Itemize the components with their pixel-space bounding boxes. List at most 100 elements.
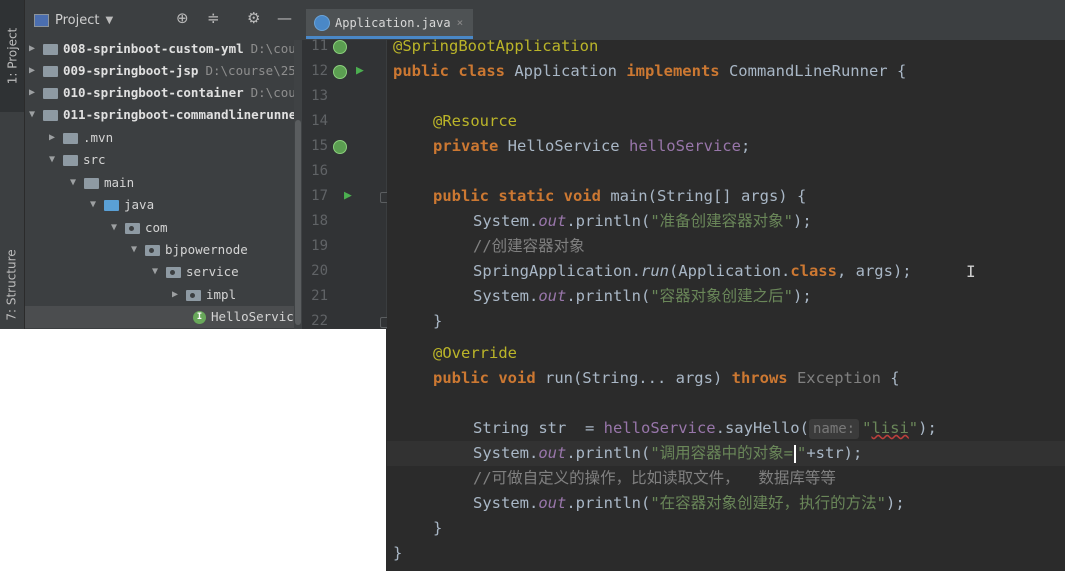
- collapse-icon[interactable]: ≑: [207, 11, 220, 26]
- tree-item-label: src: [83, 152, 106, 167]
- spring-bean-icon[interactable]: [333, 140, 347, 154]
- method-signature: main(String[] args) {: [610, 187, 807, 205]
- tree-item-label: .mvn: [83, 130, 114, 145]
- chevron-down-icon[interactable]: ▼: [25, 104, 39, 126]
- chevron-down-icon[interactable]: ▼: [127, 239, 141, 261]
- punctuation: );: [793, 287, 812, 305]
- code-text: +str);: [806, 444, 863, 462]
- line-number: 12: [311, 63, 328, 79]
- tree-item-011[interactable]: ▼ 011-springboot-commandlinerunner: [25, 104, 302, 126]
- keyword: public class: [393, 62, 515, 80]
- code-line-23[interactable]: @Override: [433, 341, 517, 366]
- static-method: run: [640, 262, 669, 280]
- punctuation: {: [896, 62, 907, 80]
- project-view-selector[interactable]: Project: [55, 13, 99, 28]
- line-number: 21: [311, 288, 328, 304]
- code-line-18[interactable]: System.out.println("准备创建容器对象");: [473, 209, 812, 234]
- line-number: 17: [311, 188, 328, 204]
- tree-item-008[interactable]: ▶ 008-sprinboot-custom-yml D:\cour: [25, 38, 302, 60]
- code-text: System.: [473, 287, 539, 305]
- chevron-down-icon[interactable]: ▼: [86, 194, 100, 216]
- run-icon[interactable]: ▶: [344, 183, 352, 208]
- code-text: .println(: [566, 494, 651, 512]
- comment: //创建容器对象: [473, 237, 585, 255]
- chevron-down-icon[interactable]: ▼: [148, 261, 162, 283]
- chevron-down-icon[interactable]: ▼: [66, 172, 80, 194]
- code-line-12[interactable]: public class Application implements Comm…: [393, 59, 906, 84]
- code-line-19[interactable]: //创建容器对象: [473, 234, 585, 259]
- code-line-30[interactable]: }: [433, 516, 442, 541]
- module-folder-icon: [43, 109, 58, 121]
- minimize-icon[interactable]: —: [277, 11, 292, 26]
- tree-item-helloservice[interactable]: I HelloService: [25, 306, 302, 328]
- spring-bean-icon[interactable]: [333, 40, 347, 54]
- chevron-right-icon[interactable]: ▶: [25, 60, 39, 82]
- module-folder-icon: [43, 43, 58, 55]
- code-text: .println(: [566, 287, 651, 305]
- scrollbar-thumb[interactable]: [295, 120, 301, 325]
- spring-bean-icon[interactable]: [333, 65, 347, 79]
- package-icon: [166, 266, 181, 278]
- tree-item-label: main: [104, 175, 135, 190]
- chevron-right-icon[interactable]: ▶: [168, 284, 182, 306]
- tree-item-bjpowernode[interactable]: ▼ bjpowernode: [127, 239, 248, 261]
- code-line-15[interactable]: private HelloService helloService;: [433, 134, 750, 159]
- tree-item-009[interactable]: ▶ 009-springboot-jsp D:\course\25-: [25, 60, 302, 82]
- code-line-21[interactable]: System.out.println("容器对象创建之后");: [473, 284, 812, 309]
- string-literal: "调用容器中的对象=: [650, 444, 793, 462]
- package-icon: [145, 244, 160, 256]
- tree-item-label: HelloService: [211, 309, 302, 324]
- code-line-22[interactable]: }: [433, 309, 442, 334]
- globe-icon[interactable]: ⊕: [176, 11, 189, 26]
- run-icon[interactable]: ▶: [356, 58, 364, 83]
- code-line-27[interactable]: System.out.println("调用容器中的对象= "+str);: [473, 441, 862, 466]
- punctuation: );: [793, 212, 812, 230]
- tree-item-main[interactable]: ▼ main: [66, 172, 134, 194]
- tree-item-label: service: [186, 264, 239, 279]
- code-line-14[interactable]: @Resource: [433, 109, 517, 134]
- chevron-down-icon[interactable]: ▼: [105, 15, 113, 26]
- tree-item-java[interactable]: ▼ java: [86, 194, 154, 216]
- package-icon: [125, 222, 140, 234]
- tree-item-mvn[interactable]: ▶ .mvn: [45, 127, 113, 149]
- static-field: out: [538, 212, 567, 230]
- gear-icon[interactable]: ⚙: [247, 11, 260, 26]
- module-folder-icon: [43, 65, 58, 77]
- project-panel-header: Project ▼ ⊕ ≑ ⚙ —: [25, 0, 302, 40]
- class-name: Application: [514, 62, 627, 80]
- structure-tool-tab-label: 7: Structure: [5, 248, 20, 321]
- punctuation: }: [433, 519, 443, 537]
- code-line-20[interactable]: SpringApplication.run(Application.class,…: [473, 259, 912, 284]
- tree-item-path: D:\course\25-: [205, 63, 302, 78]
- line-number: 13: [311, 88, 328, 104]
- tree-item-010[interactable]: ▶ 010-springboot-container D:\cour: [25, 82, 302, 104]
- type-name: HelloService: [507, 137, 629, 155]
- code-line-29[interactable]: System.out.println("在容器对象创建好，执行的方法");: [473, 491, 905, 516]
- code-line-26[interactable]: String str = helloService.sayHello(name:…: [473, 416, 937, 441]
- code-line-28[interactable]: //可做自定义的操作，比如读取文件， 数据库等等: [473, 466, 836, 491]
- tree-item-src[interactable]: ▼ src: [45, 149, 106, 171]
- code-line-17[interactable]: public static void main(String[] args) {: [433, 184, 806, 209]
- keyword: private: [433, 137, 508, 155]
- tree-item-com[interactable]: ▼ com: [107, 217, 168, 239]
- mouse-ibeam-cursor: I: [966, 262, 976, 281]
- code-line-11[interactable]: @SpringBootApplication: [393, 34, 598, 59]
- code-text: .println(: [566, 212, 651, 230]
- tree-item-impl[interactable]: ▶ impl: [168, 284, 236, 306]
- project-scrollbar[interactable]: [294, 40, 302, 329]
- code-line-31[interactable]: }: [393, 541, 402, 566]
- project-tool-tab[interactable]: 1: Project: [0, 0, 24, 112]
- chevron-right-icon[interactable]: ▶: [45, 127, 59, 149]
- code-line-24[interactable]: public void run(String... args) throws E…: [433, 366, 900, 391]
- close-icon[interactable]: ×: [457, 16, 464, 29]
- chevron-down-icon[interactable]: ▼: [45, 149, 59, 171]
- field-name: helloService: [628, 137, 741, 155]
- tree-item-service[interactable]: ▼ service: [148, 261, 239, 283]
- chevron-right-icon[interactable]: ▶: [25, 38, 39, 60]
- folder-icon: [84, 177, 99, 189]
- chevron-right-icon[interactable]: ▶: [25, 82, 39, 104]
- text-cursor: [794, 444, 796, 463]
- chevron-down-icon[interactable]: ▼: [107, 217, 121, 239]
- structure-tool-tab[interactable]: 7: Structure: [0, 240, 24, 329]
- blank-overlay-region: [0, 329, 386, 571]
